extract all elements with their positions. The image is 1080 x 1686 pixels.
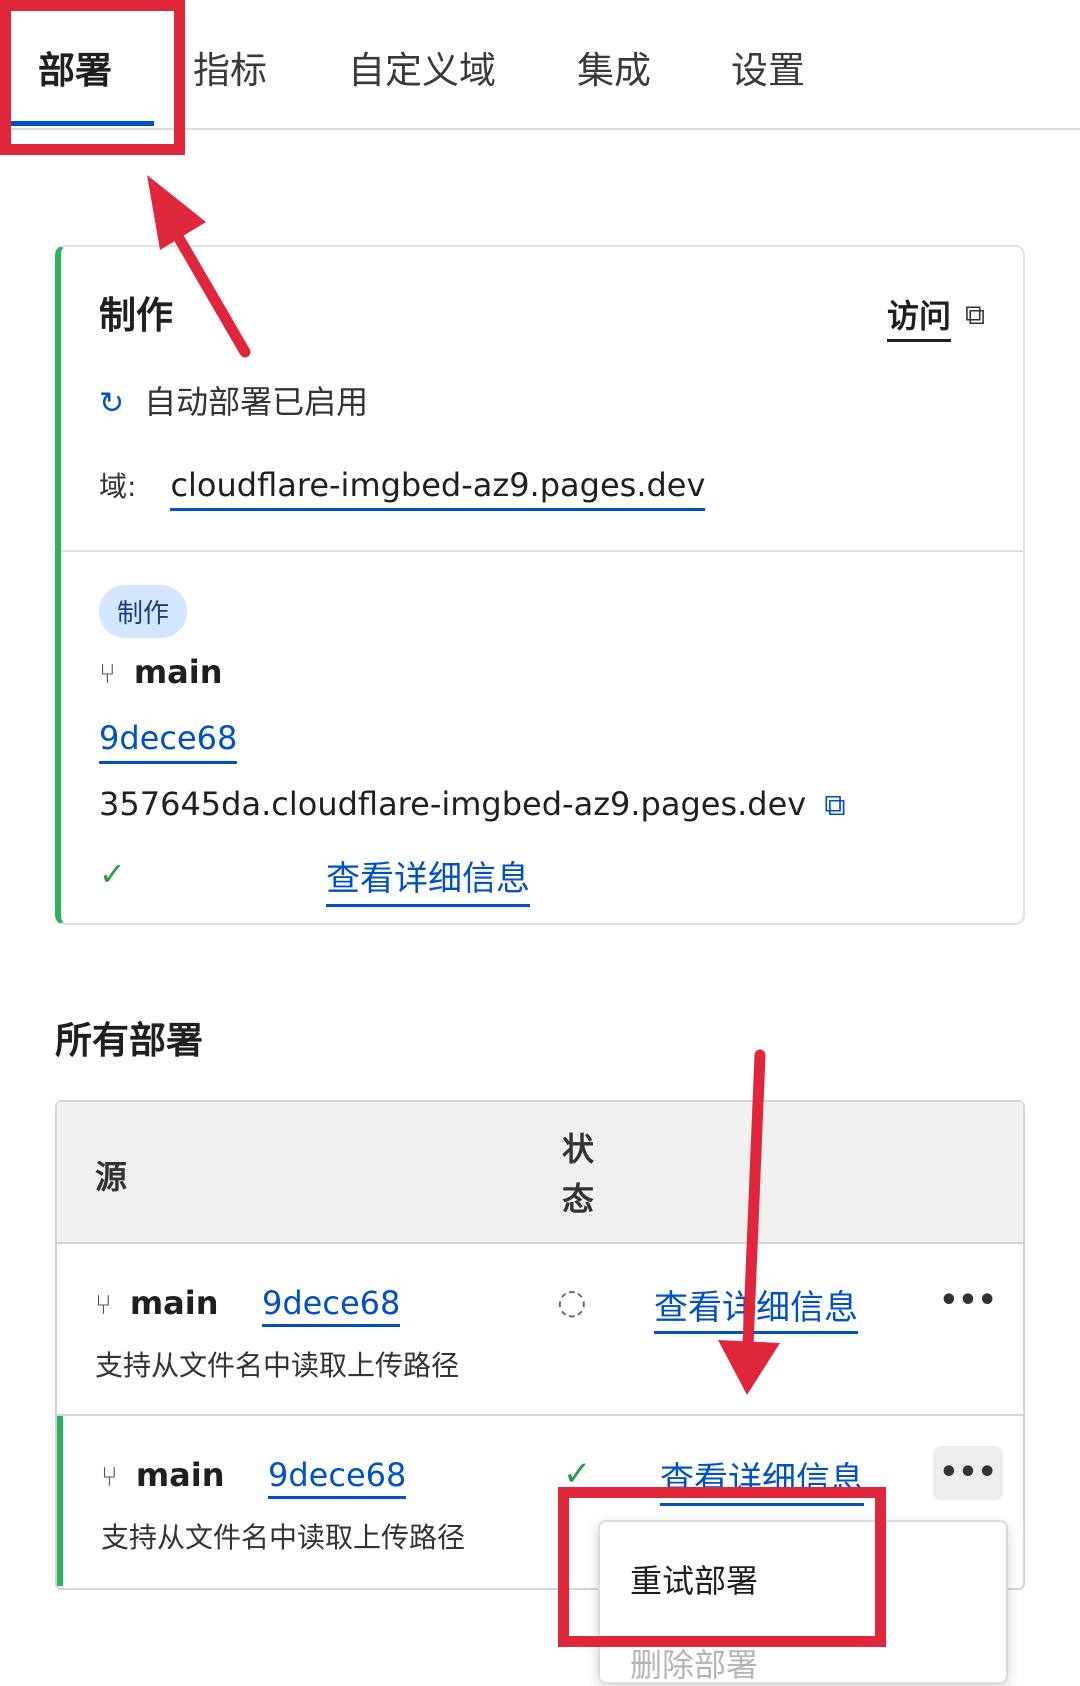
annotation-arrows <box>147 175 780 1395</box>
